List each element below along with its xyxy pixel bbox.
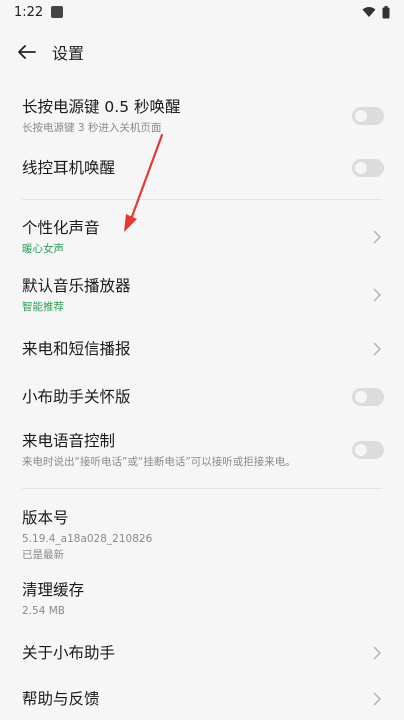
setting-call-sms-broadcast[interactable]: 来电和短信播报	[0, 324, 404, 374]
setting-personal-voice[interactable]: 个性化声音 暖心女声	[0, 208, 404, 266]
divider	[22, 199, 382, 200]
row-label: 版本号	[22, 509, 69, 527]
toggle-knob	[355, 110, 367, 122]
toggle-knob	[355, 391, 367, 403]
setting-version[interactable]: 版本号 5.19.4_a18a028_210826 已是最新	[0, 500, 404, 566]
headset-wake-toggle[interactable]	[352, 159, 384, 177]
chevron-right-icon	[373, 288, 382, 302]
toggle-knob	[355, 162, 367, 174]
row-label: 帮助与反馈	[22, 690, 100, 708]
setting-care-edition[interactable]: 小布助手关怀版	[0, 374, 404, 420]
divider	[22, 488, 382, 489]
row-label: 来电语音控制	[22, 432, 116, 450]
cache-size: 2.54 MB	[22, 605, 65, 617]
row-label: 线控耳机唤醒	[22, 159, 116, 177]
battery-icon	[382, 5, 390, 18]
chevron-right-icon	[373, 692, 382, 706]
row-label: 默认音乐播放器	[22, 277, 131, 295]
row-label: 来电和短信播报	[22, 340, 131, 358]
power-key-wake-toggle[interactable]	[352, 107, 384, 125]
wifi-icon	[362, 7, 376, 17]
status-bar: 1:22	[0, 0, 404, 24]
row-sublabel: 暖心女声	[22, 243, 64, 255]
row-sublabel: 来电时说出“接听电话”或“挂断电话”可以接听或拒接来电。	[22, 456, 296, 468]
setting-headset-wake[interactable]: 线控耳机唤醒	[0, 144, 404, 192]
row-label: 个性化声音	[22, 219, 100, 237]
notification-icon	[51, 6, 64, 18]
chevron-right-icon	[373, 230, 382, 244]
header: 设置	[0, 24, 404, 80]
setting-help-feedback[interactable]: 帮助与反馈	[0, 678, 404, 720]
care-edition-toggle[interactable]	[352, 388, 384, 406]
row-label: 长按电源键 0.5 秒唤醒	[22, 98, 181, 116]
version-status: 已是最新	[22, 549, 64, 561]
page-title: 设置	[52, 44, 85, 63]
setting-default-music-player[interactable]: 默认音乐播放器 智能推荐	[0, 266, 404, 324]
row-label: 关于小布助手	[22, 644, 116, 662]
setting-about[interactable]: 关于小布助手	[0, 630, 404, 676]
chevron-right-icon	[373, 646, 382, 660]
back-button[interactable]	[18, 41, 40, 63]
row-sublabel: 长按电源键 3 秒进入关机页面	[22, 122, 162, 134]
row-label: 清理缓存	[22, 581, 85, 599]
version-number: 5.19.4_a18a028_210826	[22, 533, 153, 545]
voice-call-control-toggle[interactable]	[352, 441, 384, 459]
status-time: 1:22	[14, 4, 44, 20]
row-label: 小布助手关怀版	[22, 388, 131, 406]
back-arrow-icon	[18, 45, 36, 59]
setting-clear-cache[interactable]: 清理缓存 2.54 MB	[0, 574, 404, 624]
setting-power-key-wake[interactable]: 长按电源键 0.5 秒唤醒 长按电源键 3 秒进入关机页面	[0, 88, 404, 144]
setting-voice-call-control[interactable]: 来电语音控制 来电时说出“接听电话”或“挂断电话”可以接听或拒接来电。	[0, 422, 404, 478]
chevron-right-icon	[373, 342, 382, 356]
toggle-knob	[355, 444, 367, 456]
row-sublabel: 智能推荐	[22, 301, 64, 313]
